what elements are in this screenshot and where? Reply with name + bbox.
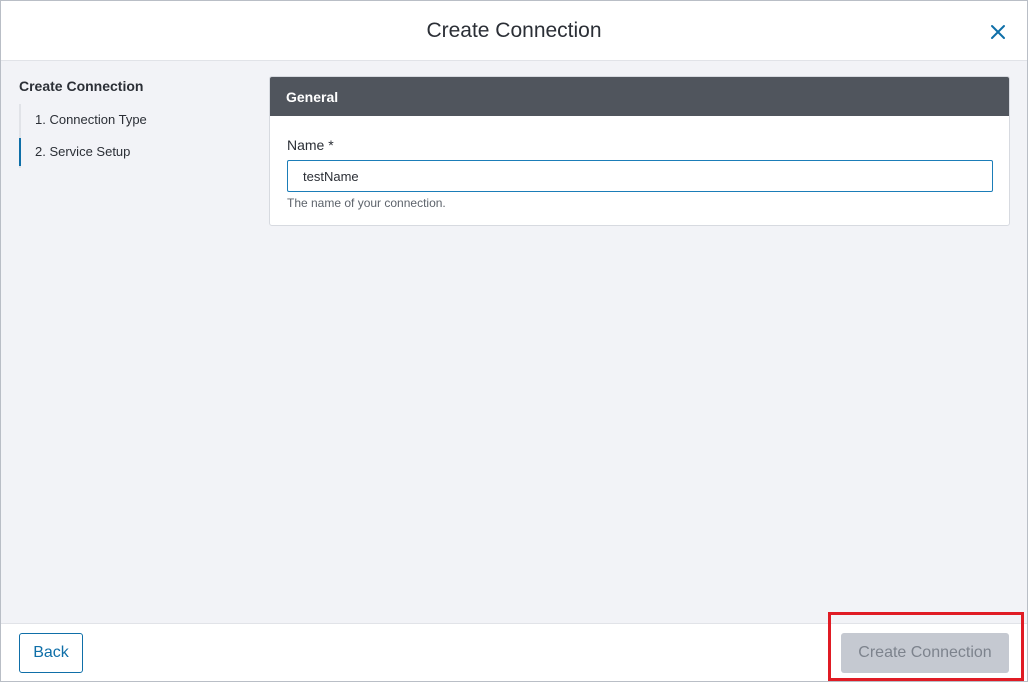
general-panel: General Name * The name of your connecti… xyxy=(269,76,1010,226)
step-service-setup[interactable]: 2. Service Setup xyxy=(19,138,229,166)
dialog-title: Create Connection xyxy=(426,19,602,42)
dialog-header: Create Connection xyxy=(1,1,1027,61)
create-connection-dialog: Create Connection Create Connection 1. C… xyxy=(0,0,1028,682)
name-field-hint: The name of your connection. xyxy=(287,196,446,210)
steps-title: Create Connection xyxy=(19,78,144,94)
dialog-footer: Back Create Connection xyxy=(1,623,1027,681)
name-input[interactable] xyxy=(287,160,993,192)
step-connection-type[interactable]: 1. Connection Type xyxy=(19,106,229,134)
name-field-label: Name * xyxy=(287,137,334,153)
close-icon[interactable] xyxy=(987,21,1009,43)
create-connection-button[interactable]: Create Connection xyxy=(841,633,1009,673)
general-panel-heading: General xyxy=(270,77,1009,116)
back-button[interactable]: Back xyxy=(19,633,83,673)
